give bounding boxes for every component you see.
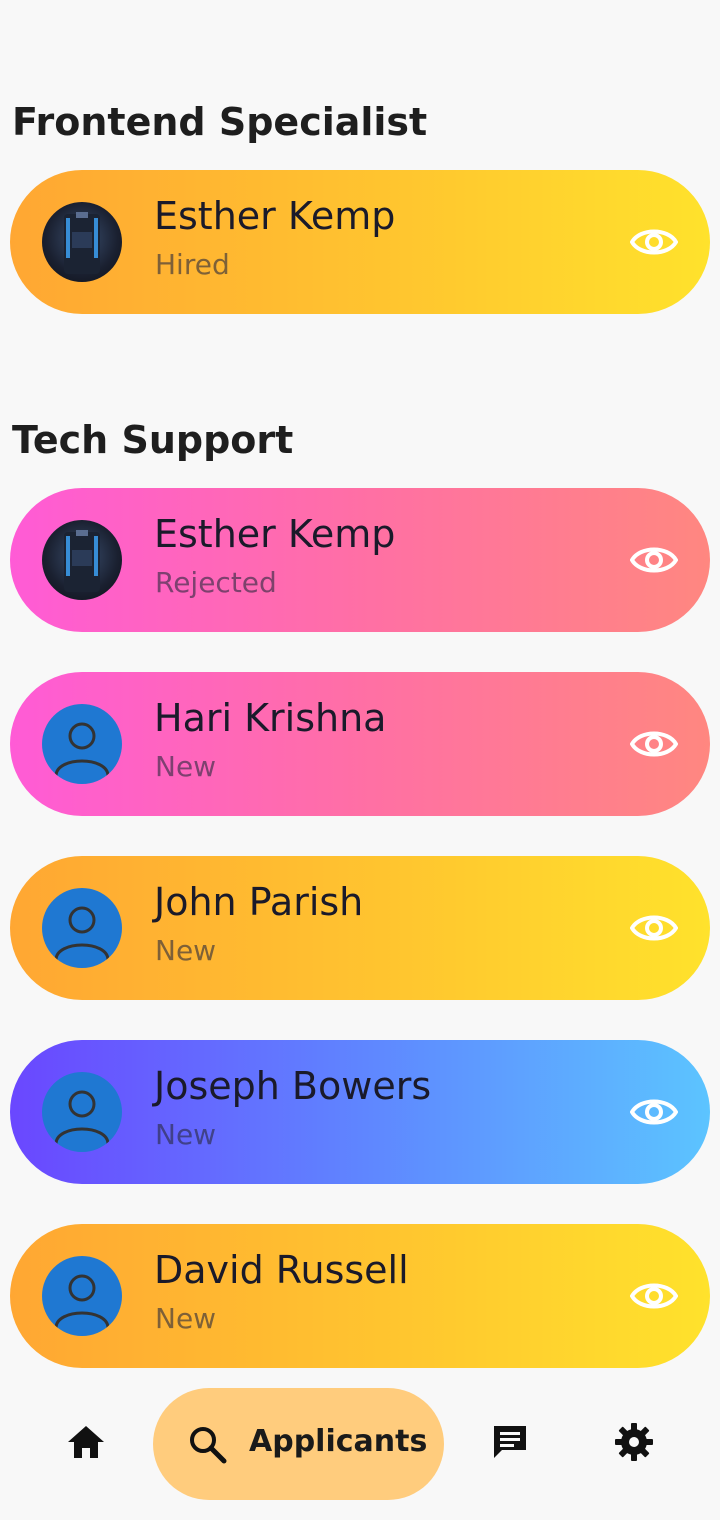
person-icon	[42, 888, 122, 968]
applicant-name: Esther Kemp	[154, 512, 396, 556]
person-icon	[42, 704, 122, 784]
section-title-frontend: Frontend Specialist	[12, 100, 428, 144]
nav-home[interactable]	[56, 1388, 116, 1500]
applicant-card[interactable]: Joseph Bowers New	[10, 1040, 710, 1184]
section-title-tech-support: Tech Support	[12, 418, 294, 462]
applicant-name: Esther Kemp	[154, 194, 396, 238]
avatar	[42, 202, 122, 282]
nav-applicants-label: Applicants	[249, 1424, 428, 1459]
view-eye-icon[interactable]	[630, 1092, 678, 1132]
view-eye-icon[interactable]	[630, 540, 678, 580]
applicant-status: New	[155, 1118, 217, 1151]
bottom-nav: Applicants	[0, 1388, 720, 1500]
nav-messages[interactable]	[480, 1388, 540, 1500]
status-bar	[0, 0, 720, 56]
view-eye-icon[interactable]	[630, 222, 678, 262]
applicant-card[interactable]: Esther Kemp Rejected	[10, 488, 710, 632]
applicant-status: New	[155, 750, 217, 783]
applicant-status: New	[155, 1302, 217, 1335]
search-icon	[190, 1427, 227, 1464]
applicant-status: Rejected	[155, 566, 277, 599]
applicant-card[interactable]: Esther Kemp Hired	[10, 170, 710, 314]
applicant-name: John Parish	[154, 880, 364, 924]
avatar	[42, 520, 122, 600]
message-icon	[494, 1426, 526, 1458]
nav-settings[interactable]	[604, 1388, 664, 1500]
nav-applicants[interactable]: Applicants	[153, 1388, 444, 1500]
person-icon	[42, 1072, 122, 1152]
applicant-name: David Russell	[154, 1248, 409, 1292]
applicant-card[interactable]: John Parish New	[10, 856, 710, 1000]
profile-photo	[64, 212, 100, 274]
gear-icon	[615, 1423, 653, 1461]
applicant-status: New	[155, 934, 217, 967]
applicant-card[interactable]: David Russell New	[10, 1224, 710, 1368]
applicant-card[interactable]: Hari Krishna New	[10, 672, 710, 816]
home-icon	[68, 1426, 104, 1458]
applicant-name: Joseph Bowers	[154, 1064, 432, 1108]
profile-photo	[64, 530, 100, 592]
person-icon	[42, 1256, 122, 1336]
view-eye-icon[interactable]	[630, 724, 678, 764]
applicant-name: Hari Krishna	[154, 696, 387, 740]
view-eye-icon[interactable]	[630, 1276, 678, 1316]
view-eye-icon[interactable]	[630, 908, 678, 948]
applicant-status: Hired	[155, 248, 230, 281]
